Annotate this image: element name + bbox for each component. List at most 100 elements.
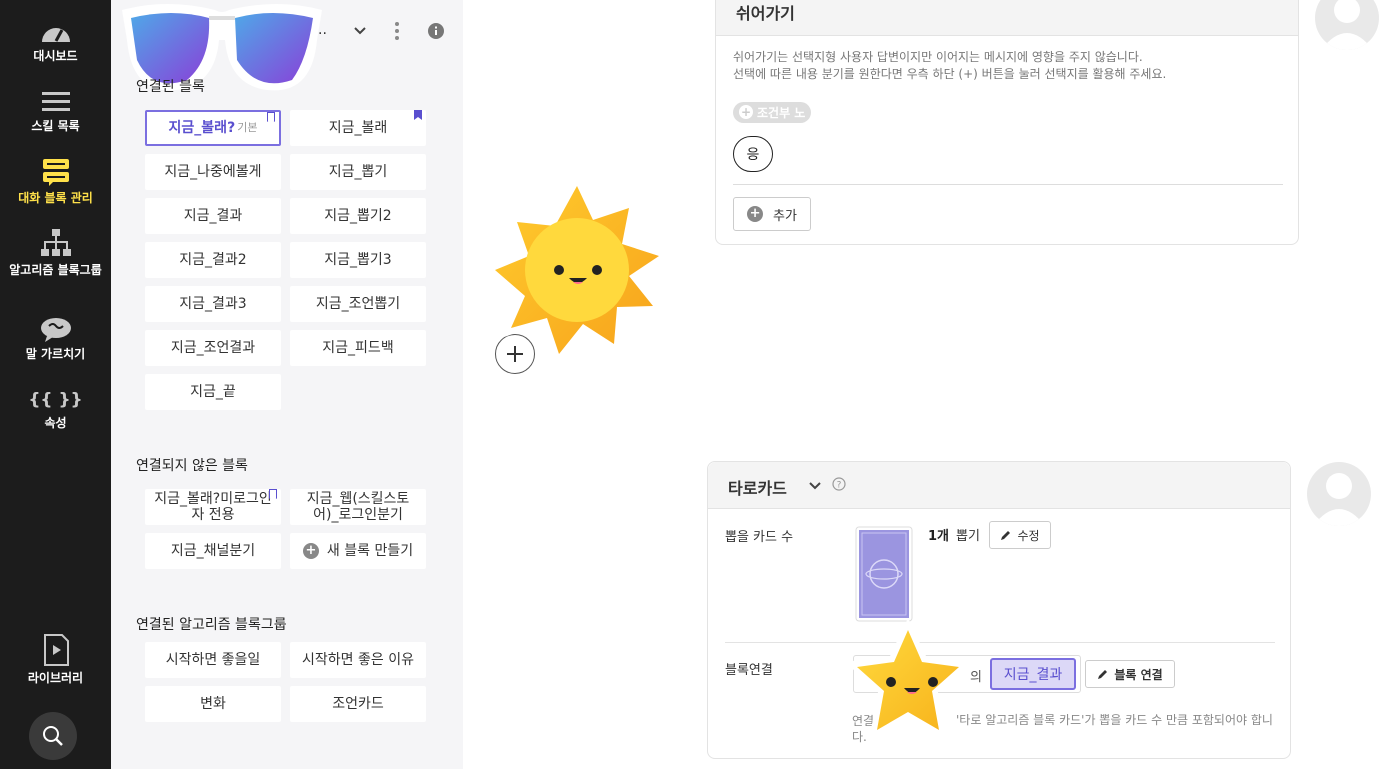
block-label: 지금_뽑기 — [328, 164, 388, 180]
option-button[interactable]: 응 — [733, 136, 773, 172]
block-item[interactable]: 지금_피드백 — [290, 330, 426, 366]
block-label: 지금_조언뽑기 — [315, 296, 401, 312]
avatar — [1315, 0, 1379, 50]
chevron-down-icon[interactable] — [353, 26, 367, 36]
skip-card-title: 쉬어가기 — [716, 0, 1298, 36]
nav-library-label: 라이브러리 — [27, 671, 84, 685]
block-label: 지금_볼래?미로그인자 전용 — [154, 491, 272, 523]
plus-icon: + — [739, 105, 753, 119]
star-sticker — [845, 618, 971, 740]
more-vertical-icon[interactable] — [394, 21, 400, 41]
brain-icon — [40, 318, 71, 342]
draw-count-value: 1개 — [928, 529, 950, 544]
block-item[interactable]: 지금_뽑기2 — [290, 198, 426, 234]
block-item[interactable]: 지금_볼래?미로그인자 전용 — [145, 489, 281, 525]
chevron-down-icon[interactable] — [808, 481, 822, 491]
block-item[interactable]: 지금_끝 — [145, 374, 281, 410]
algo-group-item[interactable]: 변화 — [145, 686, 281, 722]
block-label: 지금_피드백 — [322, 340, 394, 356]
bookmark-filled-icon — [414, 110, 422, 120]
block-label: 지금_결과 — [183, 208, 243, 224]
skip-card: 쉬어가기 쉬어가기는 선택지형 사용자 답변이지만 이어지는 메시지에 영향을 … — [715, 0, 1299, 245]
nav-teach[interactable]: 말 가르치기 — [0, 316, 111, 363]
menu-icon — [41, 92, 70, 111]
block-item[interactable]: 지금_볼래 — [290, 110, 426, 146]
block-item[interactable]: 지금_결과2 — [145, 242, 281, 278]
block-label: 지금_조언결과 — [170, 340, 256, 356]
new-block-button[interactable]: + 새 블록 만들기 — [290, 533, 426, 569]
block-item[interactable]: 지금_조언뽑기 — [290, 286, 426, 322]
edit-button[interactable]: 수정 — [989, 521, 1051, 549]
tarot-card-image — [855, 526, 913, 622]
algo-group-item[interactable]: 조언카드 — [290, 686, 426, 722]
algo-group-item[interactable]: 시작하면 좋을일 — [145, 642, 281, 678]
skip-desc-line1: 쉬어가기는 선택지형 사용자 답변이지만 이어지는 메시지에 영향을 주지 않습… — [733, 50, 1143, 64]
skip-card-description: 쉬어가기는 선택지형 사용자 답변이지만 이어지는 메시지에 영향을 주지 않습… — [733, 49, 1166, 83]
unconnected-blocks-title: 연결되지 않은 블록 — [136, 458, 248, 474]
hierarchy-icon — [40, 229, 71, 256]
block-label: 지금_볼래 — [328, 120, 388, 136]
block-item[interactable]: 지금_조언결과 — [145, 330, 281, 366]
block-item[interactable]: 지금_볼래? 기본 — [145, 110, 281, 146]
block-label: 지금_나중에볼게 — [164, 164, 262, 180]
chat-blocks-icon — [42, 159, 69, 186]
nav-skill-list[interactable]: 스킬 목록 — [0, 90, 111, 135]
block-label: 지금_뽑기3 — [324, 252, 392, 268]
block-default-tag: 기본 — [237, 121, 258, 134]
nav-attributes[interactable]: {{ }} 속성 — [0, 389, 111, 432]
skip-desc-line2: 선택에 따른 내용 분기를 원한다면 우측 하단 (+) 버튼을 눌러 선택지를… — [733, 67, 1167, 81]
nav-library[interactable]: 라이브러리 — [0, 634, 111, 687]
nav-dashboard[interactable]: 대시보드 — [0, 20, 111, 65]
plus-circle-icon: + — [302, 543, 319, 559]
block-item[interactable]: 지금_웹(스킬스토어)_로그인분기 — [290, 489, 426, 525]
pencil-icon — [1001, 530, 1011, 540]
block-item[interactable]: 지금_채널분기 — [145, 533, 281, 569]
condition-chip[interactable]: + 조건부 노 — [733, 101, 812, 123]
tarot-card-header: 타로카드 ? — [708, 462, 1290, 509]
info-icon[interactable] — [428, 23, 444, 39]
block-label: 지금_끝 — [190, 384, 236, 400]
algo-group-item[interactable]: 시작하면 좋은 이유 — [290, 642, 426, 678]
nav-chat-blocks-label: 대화 블록 관리 — [18, 191, 93, 205]
algo-groups-title: 연결된 알고리즘 블록그룹 — [136, 617, 287, 633]
help-icon[interactable]: ? — [832, 477, 846, 491]
divider — [733, 184, 1283, 185]
plus-circle-icon: + — [747, 206, 764, 222]
algo-group-label: 시작하면 좋을일 — [165, 652, 261, 668]
nav-attributes-label: 속성 — [44, 416, 67, 430]
algo-group-label: 조언카드 — [332, 696, 384, 712]
gauge-icon — [41, 28, 70, 42]
nav-algorithm-groups-label: 알고리즘 블록그룹 — [9, 263, 102, 277]
nav-dashboard-label: 대시보드 — [33, 49, 78, 63]
block-item[interactable]: 지금_결과3 — [145, 286, 281, 322]
block-item[interactable]: 지금_뽑기3 — [290, 242, 426, 278]
nav-chat-blocks[interactable]: 대화 블록 관리 — [0, 158, 111, 207]
pencil-icon — [1098, 669, 1108, 679]
search-button[interactable] — [29, 712, 77, 760]
edit-button-label: 수정 — [1017, 528, 1040, 543]
sun-sticker — [483, 174, 671, 366]
nav-skill-list-label: 스킬 목록 — [31, 119, 80, 133]
add-button-label: 추가 — [773, 208, 797, 224]
block-label: 지금_웹(스킬스토어)_로그인분기 — [306, 491, 410, 523]
svg-text:?: ? — [837, 481, 842, 491]
draw-suffix: 뽑기 — [956, 529, 980, 544]
left-nav: 대시보드 스킬 목록 대화 블록 관리 알고리즘 블록그룹 말 가르치기 {{ … — [0, 0, 111, 769]
block-item[interactable]: 지금_결과 — [145, 198, 281, 234]
block-item[interactable]: 지금_나중에볼게 — [145, 154, 281, 190]
linked-block-chip[interactable]: 지금_결과 — [990, 658, 1076, 690]
block-item[interactable]: 지금_뽑기 — [290, 154, 426, 190]
nav-teach-label: 말 가르치기 — [25, 347, 86, 361]
block-label: 지금_채널분기 — [170, 543, 256, 559]
avatar — [1307, 462, 1371, 526]
nav-algorithm-groups[interactable]: 알고리즘 블록그룹 — [0, 228, 111, 279]
search-icon — [43, 726, 63, 746]
editor-canvas: 쉬어가기 쉬어가기는 선택지형 사용자 답변이지만 이어지는 메시지에 영향을 … — [463, 0, 1393, 769]
condition-chip-label: 조건부 노 — [757, 105, 806, 120]
block-label: 지금_결과2 — [179, 252, 247, 268]
link-block-button[interactable]: 블록 연결 — [1085, 660, 1175, 688]
algo-group-label: 시작하면 좋은 이유 — [302, 652, 414, 668]
tarot-card: 타로카드 ? 뽑을 카드 수 1개 뽑기 수정 블록연결 의 지금_결과 블록 … — [707, 461, 1291, 759]
algo-group-label: 변화 — [200, 696, 226, 712]
add-button[interactable]: + 추가 — [733, 197, 811, 231]
